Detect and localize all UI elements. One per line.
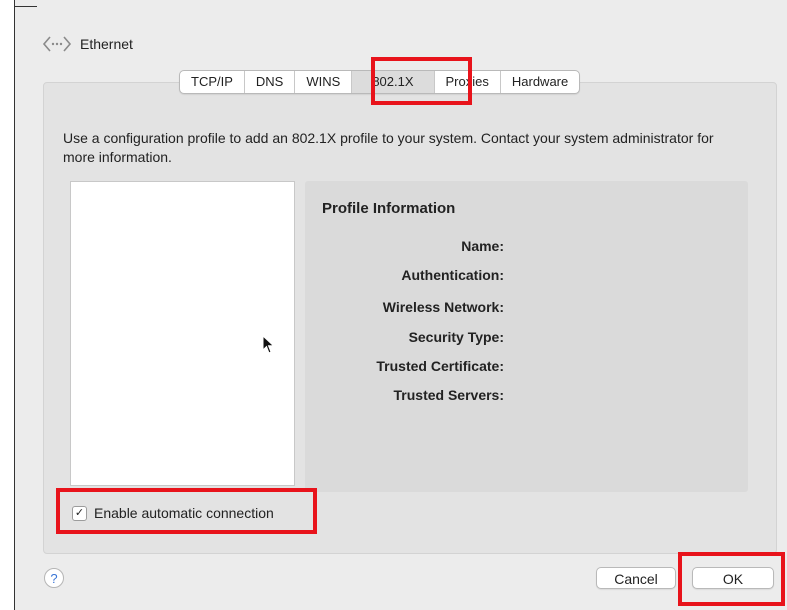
header: Ethernet bbox=[42, 34, 133, 54]
tab-tcpip[interactable]: TCP/IP bbox=[180, 71, 245, 93]
description-text: Use a configuration profile to add an 80… bbox=[63, 130, 714, 165]
profile-list[interactable] bbox=[70, 181, 295, 486]
header-title: Ethernet bbox=[80, 36, 133, 52]
field-name-label: Name: bbox=[461, 238, 504, 254]
highlight-ok-button bbox=[678, 552, 785, 606]
field-security-type-label: Security Type: bbox=[408, 329, 504, 345]
network-arrows-icon bbox=[42, 36, 72, 52]
tab-wins[interactable]: WINS bbox=[295, 71, 353, 93]
help-button[interactable]: ? bbox=[44, 568, 64, 588]
profile-information-panel: Profile Information Name: Authentication… bbox=[305, 181, 748, 492]
field-trusted-certificate-label: Trusted Certificate: bbox=[376, 358, 504, 374]
window-corner bbox=[15, 0, 37, 7]
tab-dns[interactable]: DNS bbox=[245, 71, 296, 93]
highlight-8021x-tab bbox=[371, 57, 472, 105]
tab-hardware[interactable]: Hardware bbox=[501, 71, 579, 93]
field-authentication-label: Authentication: bbox=[401, 267, 504, 283]
cancel-button[interactable]: Cancel bbox=[596, 567, 676, 589]
field-wireless-network-label: Wireless Network: bbox=[382, 299, 504, 315]
left-margin bbox=[0, 0, 14, 610]
highlight-auto-connect bbox=[56, 488, 317, 534]
field-trusted-servers-label: Trusted Servers: bbox=[393, 387, 505, 403]
profile-information-title: Profile Information bbox=[322, 200, 456, 217]
mouse-pointer-icon bbox=[262, 335, 275, 354]
